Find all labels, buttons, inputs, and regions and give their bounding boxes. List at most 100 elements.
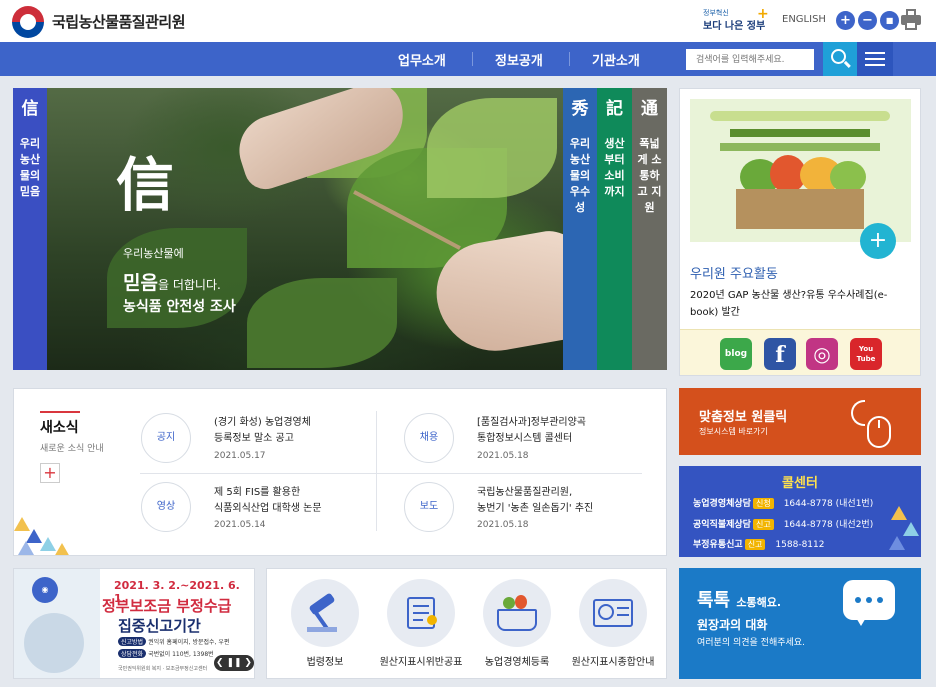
news-title: 새소식	[40, 420, 79, 436]
banner-detail: 상담전화 국번없이 110번, 1398번	[118, 649, 214, 658]
social-links: blog f ◎ You Tube	[680, 329, 920, 375]
hero-big-glyph: 信	[116, 151, 175, 219]
activity-title[interactable]: 우리원 주요활동	[690, 263, 778, 282]
news-headline-line: 제 5회 FIS를 활용한	[214, 487, 301, 498]
banner-detail-text: 국번없이 110번, 1398번	[148, 651, 214, 658]
news-date: 2021.05.17	[214, 451, 266, 461]
blog-icon[interactable]: blog	[720, 338, 752, 370]
news-date: 2021.05.14	[214, 520, 266, 530]
banner-detail-text: 권익위 홈페이지, 방문접수, 우편	[148, 639, 230, 646]
instagram-icon[interactable]: ◎	[806, 338, 838, 370]
one-click-info-banner[interactable]: 맞춤정보 원클릭 정보시스템 바로가기	[679, 388, 921, 455]
news-divider	[140, 473, 642, 474]
talk-title-big: 톡톡	[697, 590, 731, 611]
call-row[interactable]: 공익직불제상담 신고 1644-8778 (내선2번)	[693, 517, 873, 530]
banner-pill: 상담전화	[118, 649, 147, 658]
hero-panel-traceability[interactable]: 記 생산부터 소비까지	[597, 88, 632, 370]
news-headline[interactable]: 제 5회 FIS를 활용한 식품외식산업 대학생 논문	[214, 485, 322, 517]
nav-item-organization[interactable]: 기관소개	[592, 50, 640, 69]
more-activity-button[interactable]: +	[860, 223, 896, 259]
call-number: 1644-8778 (내선2번)	[783, 520, 874, 530]
triangle-pattern-decoration	[14, 507, 84, 555]
zoom-in-button[interactable]: +	[836, 11, 855, 30]
zoom-out-button[interactable]: ■	[880, 11, 899, 30]
news-headline[interactable]: (경기 화성) 농업경영체 등록정보 말소 공고	[214, 415, 311, 447]
news-subtitle: 새로운 소식 안내	[40, 444, 104, 454]
hero-panel-communication[interactable]: 通 폭넓게 소통하고 지원	[632, 88, 667, 370]
main-nav: 업무소개 정보공개 기관소개	[0, 42, 936, 76]
news-headline[interactable]: [품질검사과]정부관리양곡 통합정보시스템 콜센터	[477, 415, 586, 447]
triangle-decoration	[903, 522, 919, 536]
panel-glyph: 信	[21, 99, 39, 119]
search-button[interactable]	[823, 42, 857, 76]
news-category-recruit[interactable]: 채용	[404, 413, 454, 463]
news-section: 새소식 새로운 소식 안내 + 공지 (경기 화성) 농업경영체 등록정보 말소…	[13, 388, 667, 556]
call-row[interactable]: 농업경영체상담 신청 1644-8778 (내선1번)	[693, 496, 873, 509]
quick-link-law[interactable]: 법령정보	[277, 579, 373, 675]
facebook-icon[interactable]: f	[764, 338, 796, 370]
nav-divider	[569, 52, 570, 66]
hero-main-strong: 믿음	[123, 272, 158, 294]
news-more-button[interactable]: +	[40, 463, 60, 483]
news-accent-line	[40, 411, 80, 413]
print-icon[interactable]	[901, 9, 921, 31]
panel-text: 우리 농산물의 믿음	[19, 137, 41, 198]
talk-subtitle: 여러분의 의견을 전해주세요.	[697, 638, 805, 648]
talk-title: 톡톡 소통해요.	[697, 586, 781, 612]
news-headline-line: 농번기 '농촌 일손돕기' 추진	[477, 503, 594, 514]
news-divider	[376, 411, 377, 531]
call-tag: 신고	[752, 519, 774, 530]
hero-main-rest: 을 더합니다.	[157, 278, 221, 292]
one-click-subtitle: 정보시스템 바로가기	[699, 427, 768, 436]
quick-link-label: 원산지표시종합안내	[571, 657, 655, 668]
call-row[interactable]: 부정유통신고 신고 1588-8112	[693, 537, 824, 550]
mouse-click-icon	[847, 398, 893, 448]
news-date: 2021.05.18	[477, 520, 529, 530]
banner-detail: 신고방법 권익위 홈페이지, 방문접수, 우편	[118, 637, 229, 646]
talk-title-small: 소통해요.	[736, 596, 782, 609]
gov-innovation-badge[interactable]: 정부혁신 보다 나은 정부 +	[703, 6, 769, 36]
banner-illustration: ◉	[14, 569, 100, 678]
banner-slider-controls[interactable]: ❮ ❚❚ ❯	[214, 655, 254, 671]
one-click-title: 맞춤정보 원클릭	[699, 410, 788, 425]
panel-glyph: 通	[641, 99, 658, 119]
hero-panel-trust[interactable]: 信 우리 농산물의 믿음	[13, 88, 47, 370]
quick-link-farm-registration[interactable]: 농업경영체등록	[469, 579, 565, 675]
triangle-decoration	[891, 506, 907, 520]
speech-bubble-icon	[843, 580, 895, 626]
call-center-title: 콜센터	[782, 476, 818, 491]
news-headline-line: 통합정보시스템 콜센터	[477, 433, 573, 444]
subsidy-report-banner[interactable]: ◉ 2021. 3. 2.~2021. 6. 1. 정부보조금 부정수급 집중신…	[13, 568, 255, 679]
news-date: 2021.05.18	[477, 451, 529, 461]
site-title[interactable]: 국립농산물품질관리원	[52, 11, 186, 32]
activity-description[interactable]: 2020년 GAP 농산물 생산?유통 우수사례집(e-book) 발간	[690, 287, 912, 321]
hamburger-menu-button[interactable]	[857, 42, 893, 76]
news-headline-line: 식품외식산업 대학생 논문	[214, 503, 322, 514]
nav-item-disclosure[interactable]: 정보공개	[495, 50, 543, 69]
hero-panel-excellence[interactable]: 秀 우리 농산물의 우수성	[563, 88, 597, 370]
english-link[interactable]: ENGLISH	[782, 14, 826, 25]
quick-link-origin-violation[interactable]: 원산지표시위반공표	[373, 579, 469, 675]
quick-link-origin-guide[interactable]: 원산지표시종합안내	[565, 579, 661, 675]
news-category-video[interactable]: 영상	[141, 482, 191, 532]
news-headline-line: (경기 화성) 농업경영체	[214, 417, 311, 428]
megaphone-icon: ◉	[32, 577, 58, 603]
hero-slider: 信 우리 농산물의 믿음 信 우리농산물에 믿음을 더합니다. 농식품 안전성 …	[13, 88, 667, 370]
nav-item-about[interactable]: 업무소개	[398, 50, 446, 69]
news-headline-line: 국립농산물품질관리원,	[477, 487, 573, 498]
news-headline-line: 등록정보 말소 공고	[214, 433, 294, 444]
panel-text: 우리 농산물의 우수성	[569, 137, 591, 214]
youtube-icon[interactable]: You Tube	[850, 338, 882, 370]
zoom-reset-button[interactable]: −	[858, 11, 877, 30]
search-input[interactable]	[686, 49, 814, 70]
news-category-notice[interactable]: 공지	[141, 413, 191, 463]
call-center-box: 콜센터 농업경영체상담 신청 1644-8778 (내선1번) 공익직불제상담 신고 1…	[679, 466, 921, 557]
news-headline[interactable]: 국립농산물품질관리원, 농번기 '농촌 일손돕기' 추진	[477, 485, 593, 517]
news-category-press[interactable]: 보도	[404, 482, 454, 532]
hero-subtitle: 우리농산물에	[123, 247, 184, 260]
talk-with-director-banner[interactable]: 톡톡 소통해요. 원장과의 대화 여러분의 의견을 전해주세요.	[679, 568, 921, 679]
activity-thumbnail[interactable]	[690, 99, 911, 242]
hero-photo	[47, 88, 596, 370]
government-emblem-icon[interactable]	[12, 6, 44, 38]
banner-line1: 정부보조금 부정수급	[102, 597, 232, 615]
